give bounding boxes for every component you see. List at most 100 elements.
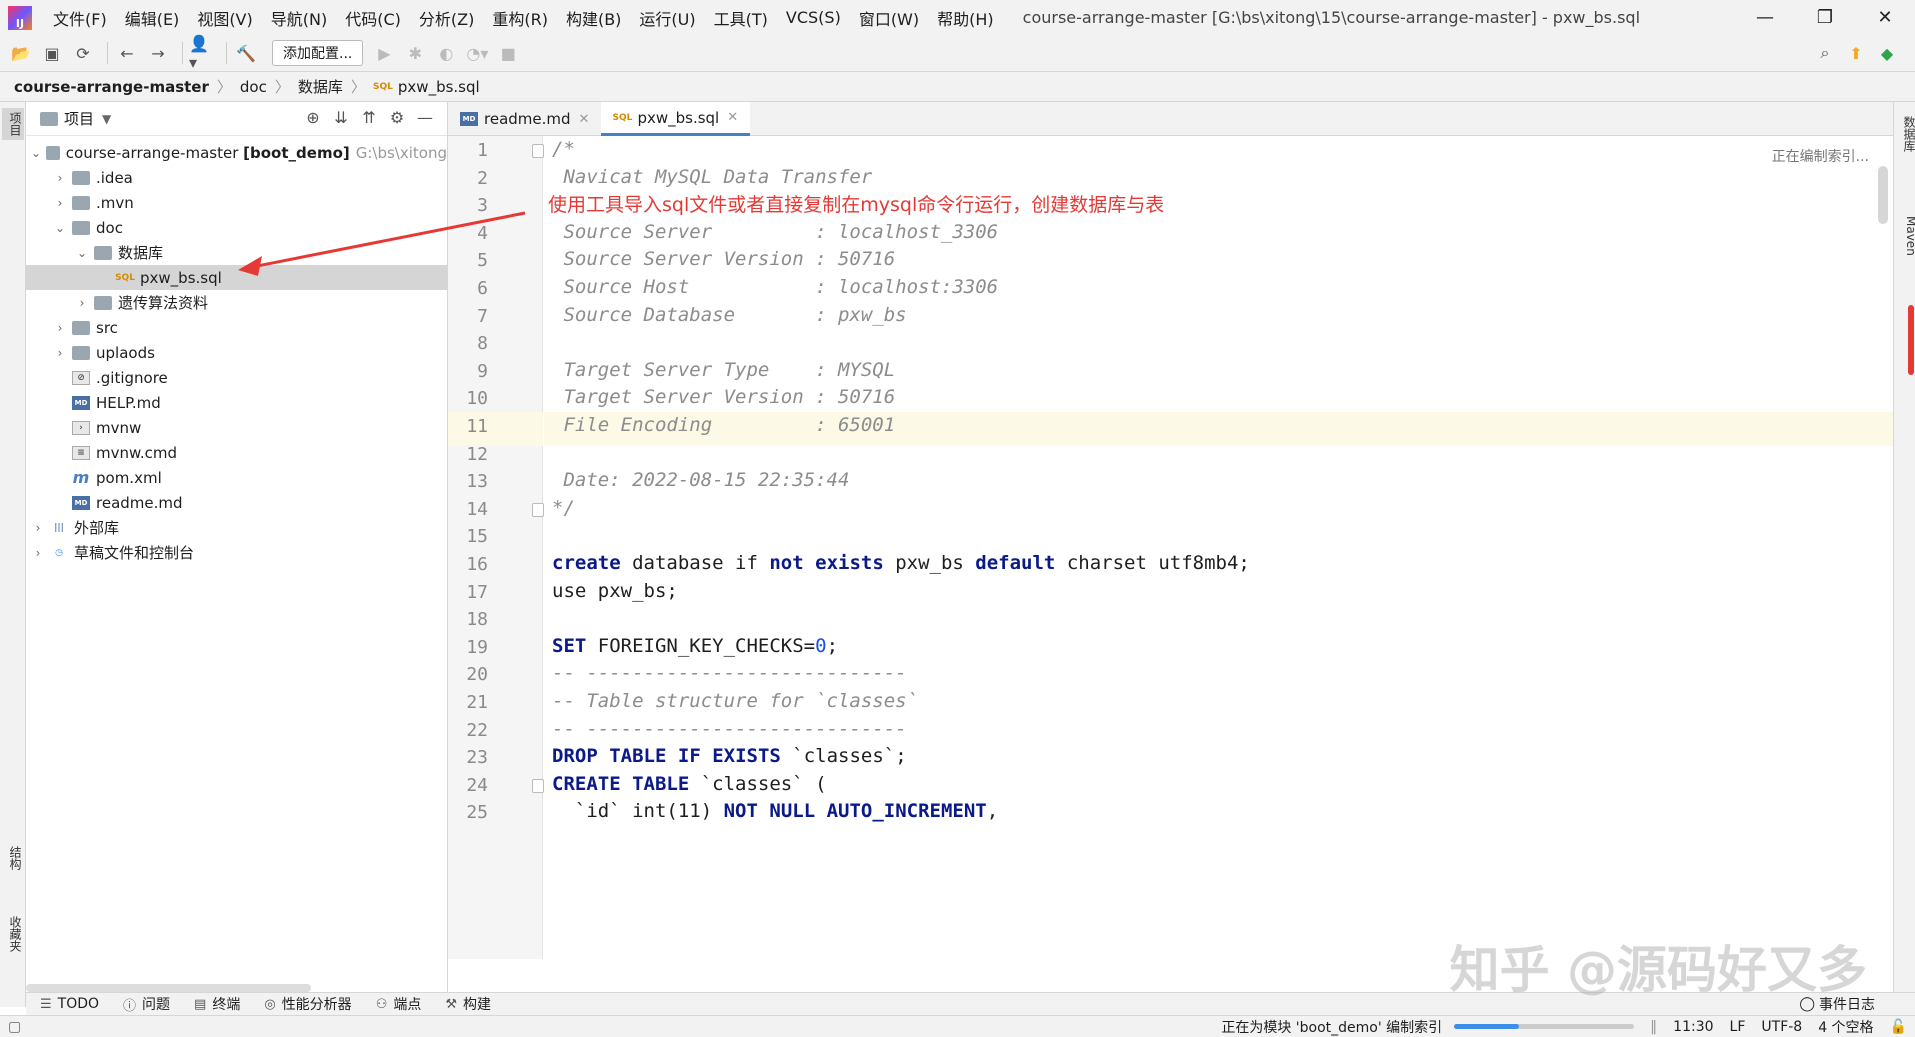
update-icon[interactable]: ⬆: [1843, 40, 1869, 66]
file-encoding[interactable]: UTF-8: [1761, 1019, 1802, 1035]
breadcrumb-project[interactable]: course-arrange-master: [14, 78, 209, 96]
menu-help[interactable]: 帮助(H): [928, 6, 1003, 30]
chevron-right-icon[interactable]: ›: [52, 346, 68, 360]
add-configuration-button[interactable]: 添加配置...: [272, 40, 364, 66]
database-tool-tab[interactable]: 数据库: [1896, 112, 1915, 156]
breadcrumb-doc[interactable]: doc: [240, 78, 267, 96]
chevron-down-icon[interactable]: ⌄: [52, 221, 68, 235]
menu-analyze[interactable]: 分析(Z): [410, 6, 483, 30]
close-icon[interactable]: ✕: [579, 112, 590, 127]
code-line[interactable]: CREATE TABLE `classes` (: [552, 773, 827, 795]
breadcrumb-file[interactable]: pxw_bs.sql: [398, 78, 480, 96]
tree-item-mvnw-cmd[interactable]: ≡ mvnw.cmd: [26, 440, 447, 465]
close-icon[interactable]: ✕: [727, 110, 738, 125]
caret-position[interactable]: 11:30: [1673, 1019, 1713, 1035]
gear-icon[interactable]: ⚙: [383, 108, 411, 127]
tool-problems[interactable]: ⓘ 问题: [123, 994, 170, 1014]
tree-item-idea[interactable]: › .idea: [26, 165, 447, 190]
back-icon[interactable]: ←: [114, 40, 140, 66]
tree-item-src[interactable]: › src: [26, 315, 447, 340]
coverage-icon[interactable]: ◐: [433, 40, 459, 66]
fold-marker-icon[interactable]: [532, 778, 544, 793]
profile-icon[interactable]: ◔▾: [464, 40, 490, 66]
search-icon[interactable]: ⌕: [1812, 40, 1838, 66]
chevron-down-icon[interactable]: ⌄: [30, 146, 42, 160]
code-line[interactable]: Target Server Type : MYSQL: [552, 359, 895, 381]
fold-marker-icon[interactable]: [532, 502, 544, 517]
lock-icon[interactable]: 🔓: [1890, 1019, 1907, 1035]
plugin-icon[interactable]: ◆: [1874, 40, 1900, 66]
minimize-button[interactable]: —: [1735, 0, 1795, 35]
tool-endpoints[interactable]: ⚇ 端点: [376, 994, 422, 1014]
tree-item-readme-md[interactable]: MD readme.md: [26, 490, 447, 515]
debug-icon[interactable]: ✱: [402, 40, 428, 66]
favorites-tool-tab[interactable]: 收藏夹: [2, 912, 24, 956]
tree-item-ga-materials[interactable]: › 遗传算法资料: [26, 290, 447, 315]
tree-item-database[interactable]: ⌄ 数据库: [26, 240, 447, 265]
code-line[interactable]: Date: 2022-08-15 22:35:44: [552, 469, 849, 491]
code-line[interactable]: Source Database : pxw_bs: [552, 304, 906, 326]
save-icon[interactable]: ▣: [39, 40, 65, 66]
tree-item-pxw-bs-sql[interactable]: SQL pxw_bs.sql: [26, 265, 447, 290]
tree-item-gitignore[interactable]: ⊘ .gitignore: [26, 365, 447, 390]
code-line[interactable]: Source Server : localhost_3306: [552, 221, 998, 243]
tab-readme-md[interactable]: MD readme.md ✕: [448, 102, 601, 136]
chevron-right-icon[interactable]: ›: [52, 196, 68, 210]
code-line[interactable]: Source Server Version : 50716: [552, 248, 895, 270]
tab-pxw-bs-sql[interactable]: SQL pxw_bs.sql ✕: [601, 102, 751, 136]
menu-run[interactable]: 运行(U): [630, 6, 704, 30]
pause-icon[interactable]: ‖: [1650, 1019, 1657, 1035]
code-line[interactable]: SET FOREIGN_KEY_CHECKS=0;: [552, 635, 838, 657]
menu-tools[interactable]: 工具(T): [705, 6, 777, 30]
code-line[interactable]: /*: [552, 138, 575, 160]
code-line[interactable]: Source Host : localhost:3306: [552, 276, 998, 298]
tree-item-help-md[interactable]: MD HELP.md: [26, 390, 447, 415]
line-separator[interactable]: LF: [1730, 1019, 1746, 1035]
code-line[interactable]: File Encoding : 65001: [552, 414, 895, 436]
collapse-all-icon[interactable]: ⇈: [355, 108, 383, 127]
code-line[interactable]: `id` int(11) NOT NULL AUTO_INCREMENT,: [552, 800, 998, 822]
code-line[interactable]: Target Server Version : 50716: [552, 386, 895, 408]
open-folder-icon[interactable]: 📂: [8, 40, 34, 66]
forward-icon[interactable]: →: [145, 40, 171, 66]
code-line[interactable]: -- ----------------------------: [552, 718, 907, 740]
fold-marker-icon[interactable]: [532, 144, 544, 158]
toggle-tool-windows-icon[interactable]: ▢: [8, 1019, 21, 1035]
code-line[interactable]: Navicat MySQL Data Transfer: [552, 166, 872, 188]
project-tool-tab[interactable]: 项目: [2, 108, 24, 140]
structure-tool-tab[interactable]: 结构: [2, 842, 24, 874]
chevron-right-icon[interactable]: ›: [30, 521, 46, 535]
sync-icon[interactable]: ⟳: [70, 40, 96, 66]
chevron-down-icon[interactable]: ▼: [102, 112, 111, 126]
menu-edit[interactable]: 编辑(E): [116, 6, 189, 30]
chevron-down-icon[interactable]: ⌄: [74, 246, 90, 260]
tree-item-scratches[interactable]: › ◷ 草稿文件和控制台: [26, 540, 447, 565]
tree-item-mvn[interactable]: › .mvn: [26, 190, 447, 215]
chevron-right-icon[interactable]: ›: [52, 321, 68, 335]
tool-profiler[interactable]: ◎ 性能分析器: [264, 994, 351, 1014]
code-line[interactable]: -- Table structure for `classes`: [552, 690, 918, 712]
expand-all-icon[interactable]: ⇊: [327, 108, 355, 127]
menu-window[interactable]: 窗口(W): [850, 6, 928, 30]
menu-vcs[interactable]: VCS(S): [777, 8, 850, 27]
restore-button[interactable]: ❐: [1795, 0, 1855, 35]
menu-refactor[interactable]: 重构(R): [483, 6, 557, 30]
menu-navigate[interactable]: 导航(N): [262, 6, 336, 30]
code-line[interactable]: create database if not exists pxw_bs def…: [552, 552, 1250, 574]
horizontal-scrollbar[interactable]: [26, 984, 311, 992]
maven-tool-tab[interactable]: Maven: [1896, 212, 1915, 260]
code-editor[interactable]: 1 2 3 4 5 6 7 8 9 10 11 12 13 14 15 16 17 18 19 20 21 22 23 24 2…: [448, 136, 1893, 959]
breadcrumb-database[interactable]: 数据库: [298, 76, 343, 97]
tree-item-mvnw[interactable]: › mvnw: [26, 415, 447, 440]
vertical-scrollbar[interactable]: [1878, 166, 1888, 224]
tool-terminal[interactable]: ▤ 终端: [194, 994, 240, 1014]
tool-todo[interactable]: ☰ TODO: [40, 996, 99, 1012]
menu-code[interactable]: 代码(C): [336, 6, 410, 30]
run-icon[interactable]: ▶: [371, 40, 397, 66]
code-line[interactable]: -- ----------------------------: [552, 662, 907, 684]
chevron-right-icon[interactable]: ›: [52, 171, 68, 185]
project-panel-title[interactable]: 项目: [64, 108, 94, 129]
stop-icon[interactable]: ■: [495, 40, 521, 66]
user-icon[interactable]: 👤▾: [189, 34, 215, 72]
menu-build[interactable]: 构建(B): [557, 6, 630, 30]
